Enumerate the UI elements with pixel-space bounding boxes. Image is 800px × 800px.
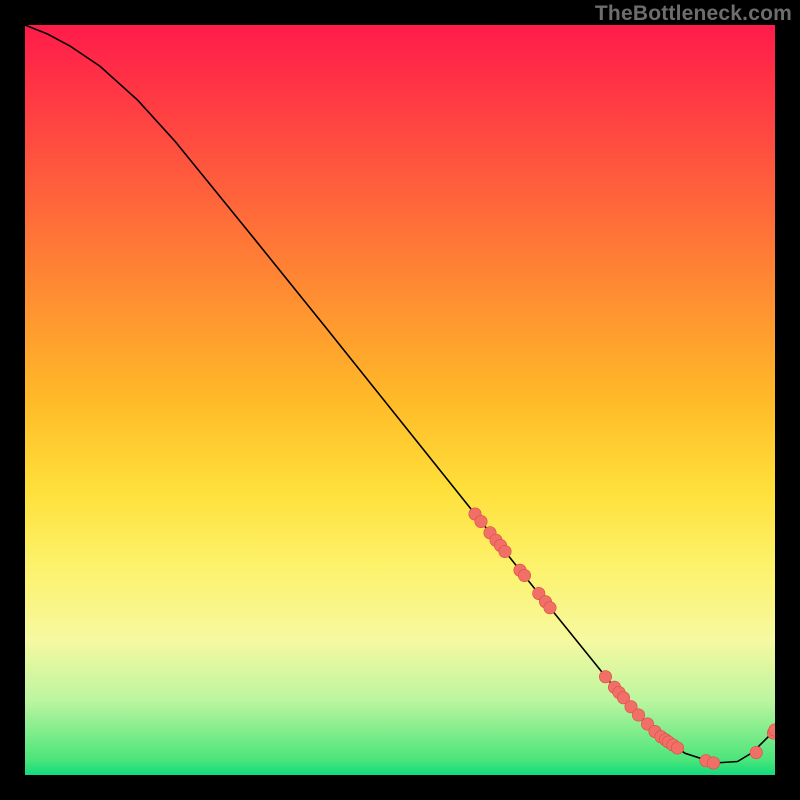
bottleneck-curve [25, 25, 775, 763]
watermark-text: TheBottleneck.com [595, 2, 792, 26]
data-point [750, 746, 762, 758]
data-point [544, 602, 556, 614]
data-point [499, 545, 511, 557]
chart-frame: TheBottleneck.com [0, 0, 800, 800]
data-point [671, 742, 683, 754]
chart-overlay-svg [25, 25, 775, 775]
data-point [599, 671, 611, 683]
data-point [518, 569, 530, 581]
data-points-group [469, 508, 775, 769]
data-point [632, 709, 644, 721]
data-point [475, 515, 487, 527]
data-point [707, 757, 719, 769]
chart-plot-area [25, 25, 775, 775]
